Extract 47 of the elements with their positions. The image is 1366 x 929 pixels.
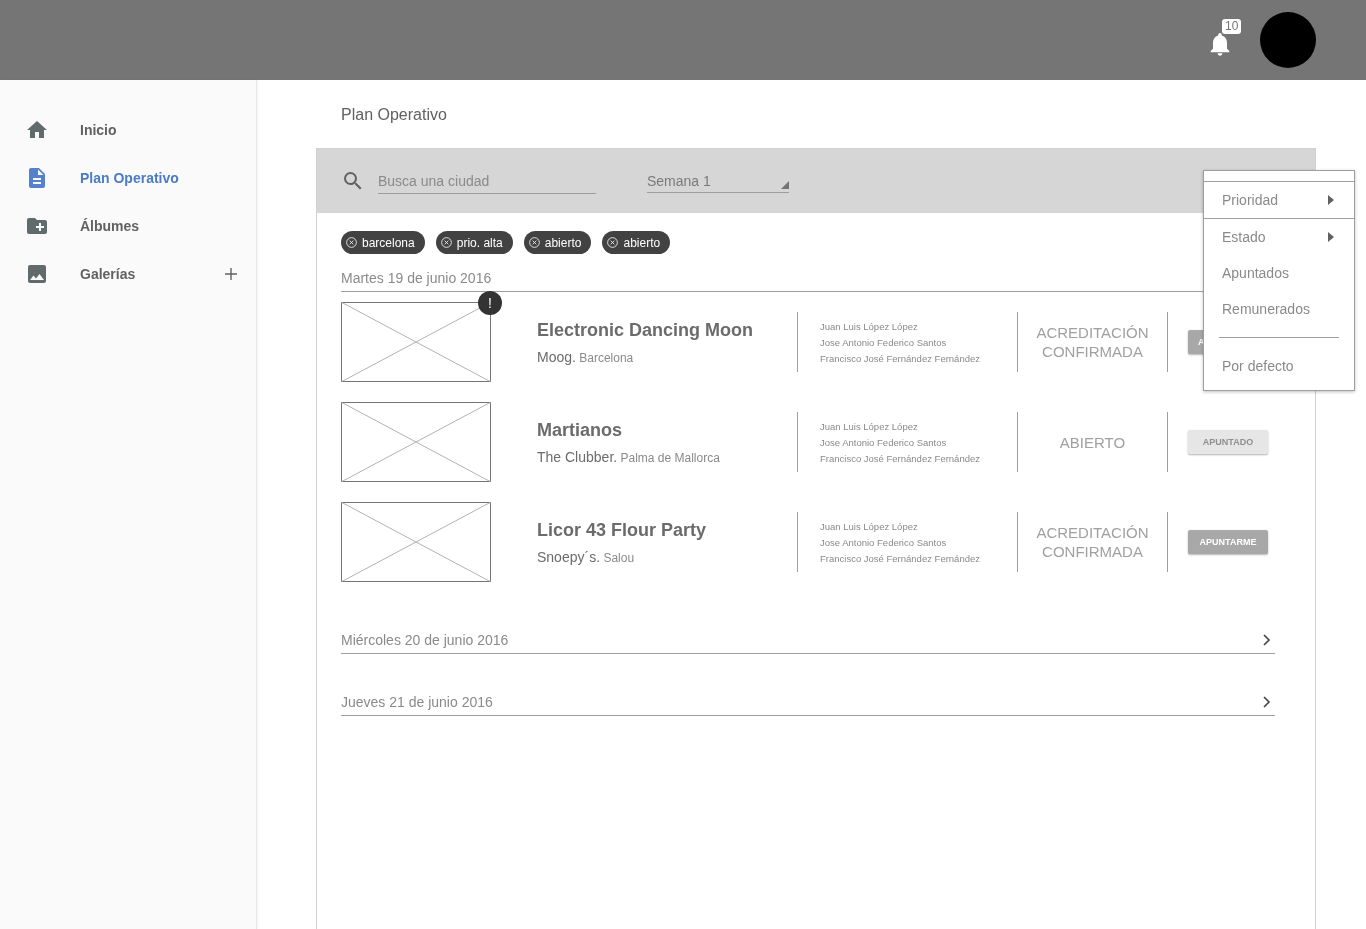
- search-field[interactable]: Busca una ciudad: [378, 168, 596, 194]
- event-location: The Clubber. Palma de Mallorca: [537, 448, 721, 465]
- event-title: Martianos: [537, 419, 624, 441]
- day-header[interactable]: Martes 19 de junio 2016: [341, 269, 492, 286]
- filter-chip[interactable]: abierto: [602, 231, 671, 254]
- menu-item[interactable]: Prioridad: [1204, 182, 1354, 219]
- filter-chip[interactable]: abierto: [523, 231, 592, 254]
- sidebar-item[interactable]: Álbumes: [0, 202, 256, 250]
- person-name: Juan Luis López López: [820, 520, 919, 532]
- sidebar-item[interactable]: Plan Operativo: [0, 154, 256, 202]
- event-status: ACREDITACIÓN CONFIRMADA: [1018, 312, 1168, 372]
- event-status: ABIERTO: [1018, 412, 1168, 472]
- avatar[interactable]: [1260, 12, 1316, 68]
- event-status: ACREDITACIÓN CONFIRMADA: [1018, 512, 1168, 572]
- filter-chip[interactable]: barcelona: [341, 231, 425, 254]
- event-location: Moog. Barcelona: [537, 348, 635, 365]
- event-location: Snoepy´s. Salou: [537, 548, 636, 565]
- remove-icon[interactable]: [346, 237, 357, 248]
- menu-item[interactable]: Remunerados: [1204, 291, 1354, 327]
- person-name: Francisco José Fernández Fernández: [820, 352, 981, 364]
- menu-item[interactable]: Estado: [1204, 219, 1354, 255]
- menu-item[interactable]: Apuntados: [1204, 255, 1354, 291]
- remove-icon[interactable]: [528, 237, 540, 248]
- sidebar-item[interactable]: Galerías: [0, 250, 256, 298]
- week-select[interactable]: Semana 1: [647, 169, 789, 193]
- remove-icon[interactable]: [440, 237, 452, 248]
- person-name: Jose Antonio Federico Santos: [820, 336, 948, 348]
- day-header[interactable]: Miércoles 20 de junio 2016: [341, 631, 509, 648]
- person-name: Francisco José Fernández Fernández: [820, 552, 981, 564]
- person-name: Francisco José Fernández Fernández: [820, 452, 981, 464]
- remove-icon[interactable]: [607, 237, 619, 248]
- person-name: Juan Luis López López: [820, 420, 919, 432]
- day-header[interactable]: Jueves 21 de junio 2016: [341, 693, 493, 710]
- sidebar-item[interactable]: Inicio: [0, 106, 256, 154]
- dropdown-icon: [781, 181, 789, 189]
- event-button[interactable]: APUNTARME: [1188, 530, 1268, 554]
- filter-chip[interactable]: prio. alta: [435, 231, 513, 254]
- person-name: Juan Luis López López: [820, 320, 919, 332]
- alert-badge: !: [478, 291, 502, 315]
- notification-count: 10: [1222, 19, 1242, 34]
- image-icon: [25, 262, 49, 286]
- add-icon[interactable]: [225, 268, 237, 280]
- person-name: Jose Antonio Federico Santos: [820, 436, 948, 448]
- event-title: Electronic Dancing Moon: [537, 319, 755, 341]
- person-name: Jose Antonio Federico Santos: [820, 536, 948, 548]
- event-title: Licor 43 Flour Party: [537, 519, 708, 541]
- page-title: Plan Operativo: [340, 105, 448, 125]
